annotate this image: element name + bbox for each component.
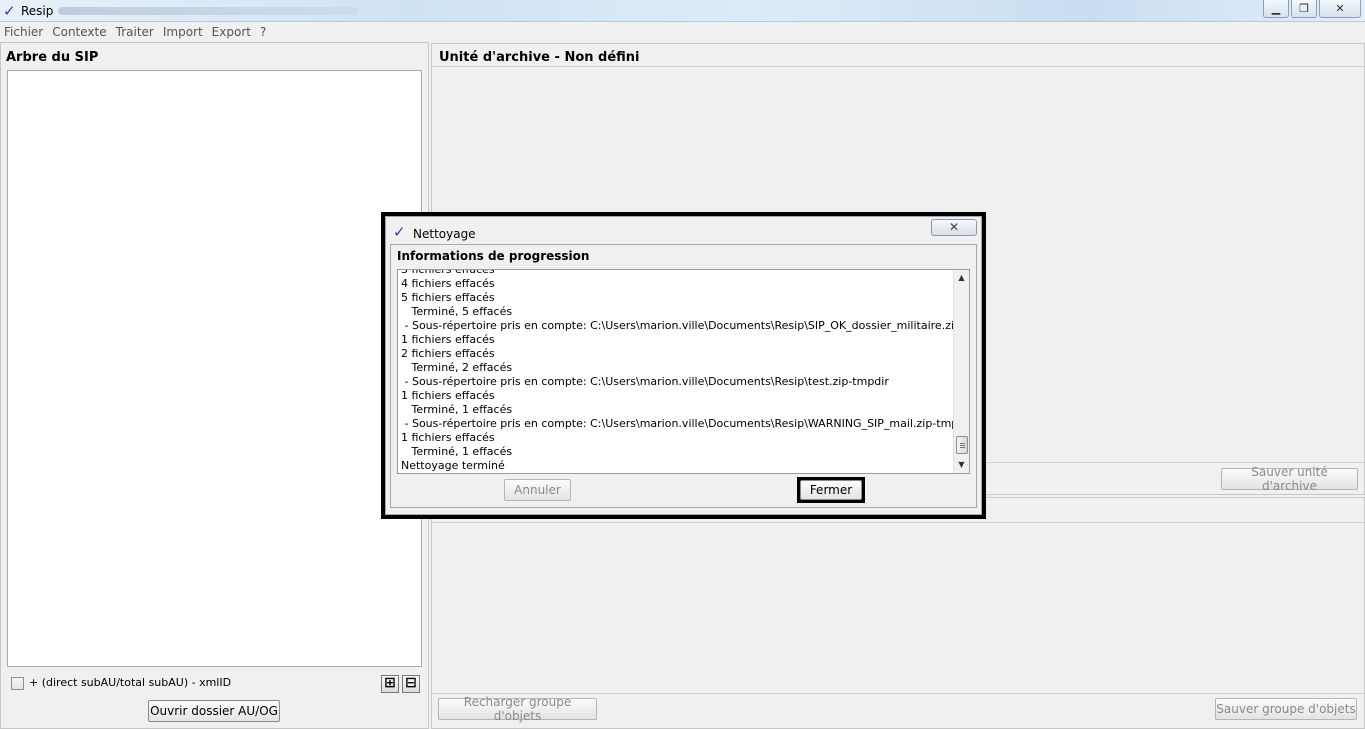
grip-line <box>960 445 965 446</box>
cancel-button[interactable]: Annuler <box>504 479 571 501</box>
menu-bar: Fichier Contexte Traiter Import Export ? <box>0 23 1365 41</box>
dialog-check-icon: ✓ <box>393 223 406 241</box>
dialog-close-icon[interactable]: ✕ <box>931 219 977 236</box>
sip-tree-panel: Arbre du SIP + (direct subAU/total subAU… <box>0 42 429 729</box>
log-line: Terminé, 2 effacés <box>401 361 513 374</box>
archive-unit-title: Unité d'archive - Non défini <box>439 50 640 65</box>
scroll-thumb[interactable] <box>956 436 968 454</box>
object-group-panel: Recharger groupe d'objets Sauver groupe … <box>431 497 1365 729</box>
save-archive-unit-button[interactable]: Sauver unité d'archive <box>1221 465 1358 493</box>
reload-object-group-button[interactable]: Recharger groupe d'objets <box>438 695 597 723</box>
sip-tree-view[interactable] <box>7 70 422 667</box>
log-line: 1 fichiers effacés <box>401 333 495 346</box>
grip-line <box>960 443 965 444</box>
close-icon[interactable]: ✕ <box>1319 0 1361 18</box>
sip-tree-title: Arbre du SIP <box>6 50 99 65</box>
close-button-focus-frame: Fermer <box>797 477 865 503</box>
log-line: Terminé, 1 effacés <box>401 445 513 458</box>
log-line: - Sous-répertoire pris en compte: C:\Use… <box>401 417 970 430</box>
log-scrollbar[interactable]: ▲ ▼ <box>953 270 969 473</box>
scroll-up-icon[interactable]: ▲ <box>954 271 969 285</box>
log-line: Terminé, 5 effacés <box>401 305 513 318</box>
menu-import[interactable]: Import <box>163 25 203 39</box>
log-line: - Sous-répertoire pris en compte: C:\Use… <box>401 319 970 332</box>
log-line: 3 fichiers effacés <box>401 269 495 276</box>
blurred-title-path <box>58 7 358 15</box>
title-bar: ✓ Resip ▁ ❐ ✕ <box>0 0 1365 22</box>
dialog-title: Nettoyage <box>413 227 476 241</box>
window-controls: ▁ ❐ ✕ <box>1263 0 1361 18</box>
object-group-editor[interactable] <box>432 522 1364 694</box>
minimize-icon[interactable]: ▁ <box>1263 0 1289 18</box>
menu-help[interactable]: ? <box>260 25 266 39</box>
open-au-og-button[interactable]: Ouvrir dossier AU/OG <box>148 700 280 722</box>
log-line: - Sous-répertoire pris en compte: C:\Use… <box>401 375 889 388</box>
nettoyage-dialog-frame: ✓ Nettoyage ✕ Informations de progressio… <box>381 212 986 519</box>
progress-info-title: Informations de progression <box>397 249 590 263</box>
expand-plus-icon[interactable]: ⊞ <box>381 675 399 693</box>
log-line: 5 fichiers effacés <box>401 291 495 304</box>
log-line: 1 fichiers effacés <box>401 389 495 402</box>
menu-fichier[interactable]: Fichier <box>4 25 43 39</box>
app-check-icon: ✓ <box>3 2 16 20</box>
save-object-group-button[interactable]: Sauver groupe d'objets <box>1215 698 1357 720</box>
window-title: Resip <box>21 4 54 18</box>
subau-checkbox[interactable] <box>11 677 24 690</box>
progress-info-group: Informations de progression 3 fichiers e… <box>390 244 977 508</box>
grip-line <box>960 447 965 448</box>
progress-log[interactable]: 3 fichiers effacés 4 fichiers effacés 5 … <box>397 269 970 474</box>
log-lines: 3 fichiers effacés 4 fichiers effacés 5 … <box>401 269 970 473</box>
log-line: 4 fichiers effacés <box>401 277 495 290</box>
close-button[interactable]: Fermer <box>800 480 862 500</box>
log-line: Nettoyage terminé <box>401 459 505 472</box>
log-line: 1 fichiers effacés <box>401 431 495 444</box>
menu-contexte[interactable]: Contexte <box>52 25 106 39</box>
menu-export[interactable]: Export <box>212 25 251 39</box>
nettoyage-dialog: ✓ Nettoyage ✕ Informations de progressio… <box>385 216 982 515</box>
subau-checkbox-label: + (direct subAU/total subAU) - xmlID <box>29 676 232 689</box>
log-line: Terminé, 1 effacés <box>401 403 513 416</box>
restore-icon[interactable]: ❐ <box>1291 0 1317 18</box>
log-line: 2 fichiers effacés <box>401 347 495 360</box>
scroll-down-icon[interactable]: ▼ <box>954 458 969 472</box>
collapse-minus-icon[interactable]: ⊟ <box>402 675 420 693</box>
menu-traiter[interactable]: Traiter <box>116 25 154 39</box>
